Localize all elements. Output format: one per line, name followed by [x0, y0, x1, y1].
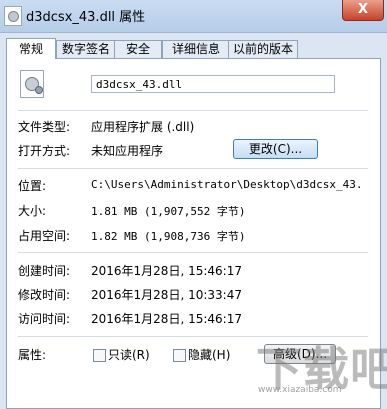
dll-file-icon — [4, 6, 22, 26]
disk-size-label: 占用空间: — [18, 229, 71, 243]
location-label: 位置: — [18, 179, 47, 193]
modified-value: 2016年1月28日, 10:33:47 — [91, 288, 242, 302]
dll-file-icon-large — [20, 70, 44, 98]
change-button[interactable]: 更改(C)... — [233, 139, 318, 159]
location-value: C:\Users\Administrator\Desktop\d3dcsx_43… — [91, 178, 363, 191]
close-icon: X — [357, 2, 369, 17]
title-bar: d3dcsx_43.dll 属性 X — [0, 0, 387, 33]
size-label: 大小: — [18, 204, 47, 218]
separator — [18, 168, 368, 169]
file-type-value: 应用程序扩展 (.dll) — [91, 120, 195, 134]
accessed-label: 访问时间: — [18, 312, 71, 326]
tab-digital-signature[interactable]: 数字签名 — [56, 40, 116, 58]
disk-size-value: 1.82 MB (1,908,736 字节) — [91, 230, 246, 243]
window-title: d3dcsx_43.dll 属性 — [26, 10, 146, 25]
tab-strip: 常规 数字签名 安全 详细信息 以前的版本 — [6, 38, 384, 59]
close-button[interactable]: X — [342, 0, 384, 21]
open-with-value: 未知应用程序 — [91, 144, 164, 158]
hidden-label[interactable]: 隐藏(H) — [188, 346, 230, 363]
tab-previous-versions[interactable]: 以前的版本 — [228, 40, 298, 58]
created-label: 创建时间: — [18, 264, 71, 278]
separator — [18, 110, 368, 111]
separator — [18, 252, 368, 253]
readonly-checkbox[interactable] — [93, 349, 106, 362]
file-name-field[interactable]: d3dcsx_43.dll — [91, 75, 335, 93]
tab-general[interactable]: 常规 — [6, 38, 56, 59]
modified-label: 修改时间: — [18, 288, 71, 302]
watermark-url: www.xiazaiba.com — [258, 385, 342, 395]
created-value: 2016年1月28日, 15:46:17 — [91, 264, 242, 278]
accessed-value: 2016年1月28日, 15:46:17 — [91, 312, 242, 326]
file-type-label: 文件类型: — [18, 120, 71, 134]
hidden-checkbox[interactable] — [173, 349, 186, 362]
size-value: 1.81 MB (1,907,552 字节) — [91, 205, 246, 218]
tab-security[interactable]: 安全 — [114, 40, 162, 58]
readonly-label[interactable]: 只读(R) — [108, 346, 150, 363]
open-with-label: 打开方式: — [18, 144, 71, 158]
tab-details[interactable]: 详细信息 — [162, 40, 230, 58]
attributes-label: 属性: — [18, 348, 47, 362]
